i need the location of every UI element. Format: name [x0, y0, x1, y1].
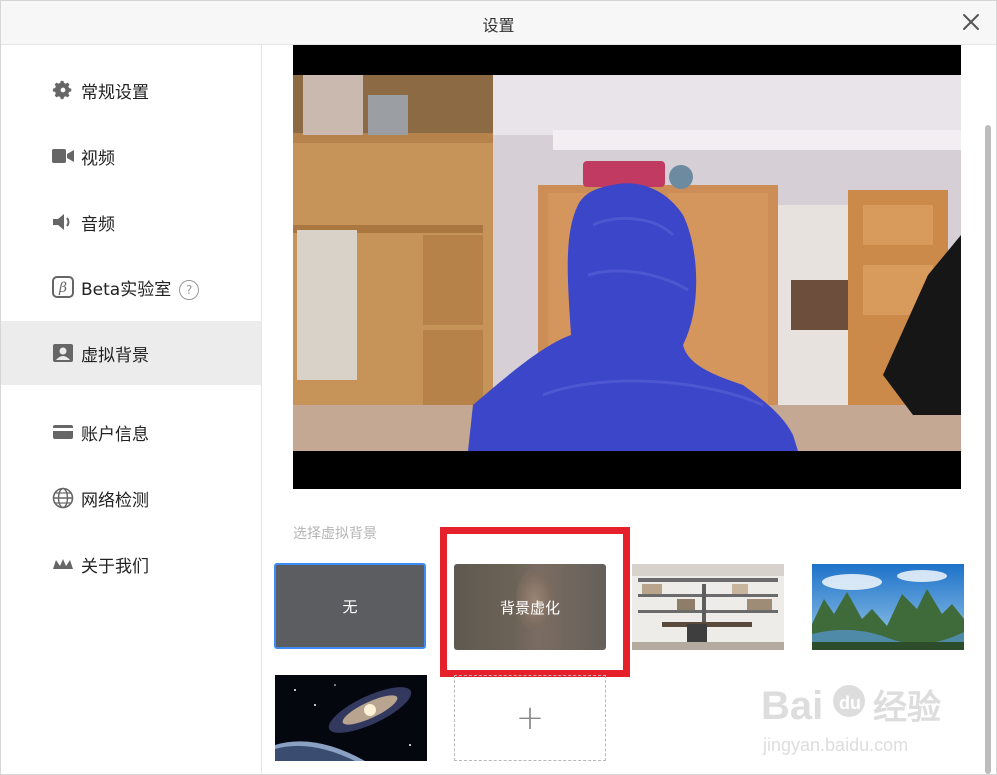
camera-preview	[293, 45, 961, 489]
section-label: 选择虚拟背景	[293, 526, 377, 542]
sidebar-item-general[interactable]: 常规设置	[1, 58, 261, 122]
sidebar-item-virtual-background[interactable]: 虚拟背景	[1, 321, 261, 385]
globe-icon	[51, 486, 75, 510]
sidebar-item-about[interactable]: 关于我们	[1, 532, 261, 596]
help-icon[interactable]: ?	[179, 279, 200, 300]
window-title: 设置	[482, 16, 515, 35]
background-option-label: 无	[342, 597, 358, 616]
watermark-url: jingyan.baidu.com	[762, 735, 908, 755]
sidebar-item-label-wrap: Beta实验室?	[81, 275, 200, 300]
sidebar-item-audio[interactable]: 音频	[1, 190, 261, 254]
watermark-brand: Bai	[761, 684, 823, 728]
sidebar-item-label: Beta实验室	[81, 279, 172, 300]
sidebar-item-account[interactable]: 账户信息	[1, 400, 261, 464]
sidebar-item-label: 关于我们	[81, 556, 149, 577]
sidebar-item-label: 视频	[81, 148, 115, 169]
galaxy-image	[275, 675, 427, 761]
add-background-button[interactable]: +	[454, 675, 606, 761]
sidebar: 常规设置 视频 音频 β Beta实验室? 虚拟背景 账户信息 网络检测 关于我…	[1, 45, 262, 774]
sidebar-item-beta-lab[interactable]: β Beta实验室?	[1, 255, 261, 319]
watermark-cn: 经验	[873, 688, 941, 728]
background-option-galaxy[interactable]	[275, 675, 427, 761]
background-option-mountains[interactable]	[812, 564, 964, 650]
sidebar-item-label: 虚拟背景	[81, 345, 149, 366]
background-option-study-room[interactable]	[632, 564, 784, 650]
baidu-jingyan-watermark: Bai du 经验 jingyan.baidu.com	[761, 684, 941, 755]
card-icon	[51, 420, 75, 444]
camera-feed-image	[293, 75, 961, 451]
background-option-none[interactable]: 无	[274, 563, 426, 649]
sidebar-item-label: 账户信息	[81, 424, 149, 445]
beta-icon: β	[51, 275, 75, 299]
highlight-box	[440, 527, 630, 677]
settings-window: 设置 常规设置 视频 音频 β Beta实验室 ? 虚拟背景 账户信息 网络检测…	[0, 0, 997, 775]
scrollbar[interactable]	[985, 125, 991, 774]
study-room-image	[632, 564, 784, 650]
sidebar-item-label: 音频	[81, 214, 115, 235]
video-camera-icon	[51, 144, 75, 168]
portrait-icon	[51, 341, 75, 365]
sidebar-item-label: 网络检测	[81, 490, 149, 511]
speaker-icon	[51, 210, 75, 234]
close-button[interactable]	[956, 7, 986, 37]
sidebar-item-network-test[interactable]: 网络检测	[1, 466, 261, 530]
mountains-image	[812, 564, 964, 650]
crown-icon	[51, 552, 75, 576]
sidebar-item-video[interactable]: 视频	[1, 124, 261, 188]
gear-icon	[51, 78, 75, 102]
title-bar: 设置	[1, 1, 996, 45]
sidebar-item-label: 常规设置	[81, 82, 149, 103]
close-icon	[963, 14, 979, 30]
watermark-paw: du	[839, 693, 861, 713]
svg-text:β: β	[58, 280, 67, 296]
